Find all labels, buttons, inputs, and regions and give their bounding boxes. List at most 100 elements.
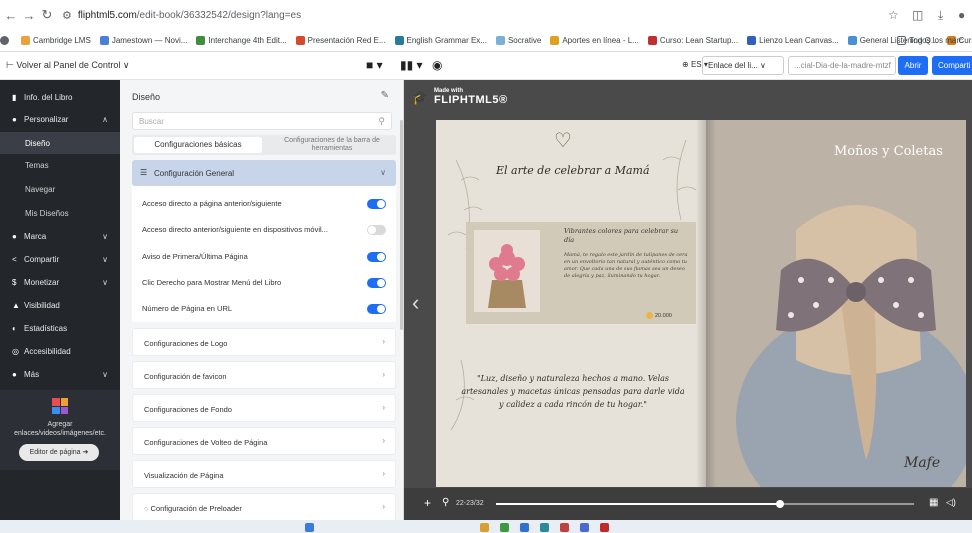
bookmark-item[interactable]: Interchange 4th Edit... xyxy=(196,35,287,45)
sidebar-label: Compartir xyxy=(24,254,60,264)
bookmark-item[interactable]: Socrative xyxy=(495,35,542,45)
brand-label: FLIPHTML5® xyxy=(434,94,508,106)
book-icon: ▮ xyxy=(12,92,17,102)
forward-arrow-icon[interactable]: → xyxy=(22,8,36,23)
toggle-switch[interactable] xyxy=(367,252,386,262)
bookmark-item[interactable]: Aportes en línea - L... xyxy=(550,35,639,45)
sidebar-item-customize[interactable]: ● Personalizar ∧ xyxy=(0,108,120,130)
sidebar-item-more[interactable]: ● Más ∨ xyxy=(0,363,120,385)
toggle-switch[interactable] xyxy=(367,225,386,235)
zoom-icon[interactable]: ⚲ xyxy=(442,497,449,508)
book-right-page[interactable] xyxy=(706,120,966,487)
toggle-row: Número de Página en URL xyxy=(142,301,386,317)
toggle-label: Acceso directo anterior/siguiente en dis… xyxy=(142,225,328,234)
taskbar-app-icon[interactable] xyxy=(540,523,549,532)
sidebar-subitem-my-designs[interactable]: Mis Diseños xyxy=(0,202,120,224)
star-icon[interactable]: ☆ xyxy=(888,8,899,22)
sidebar-item-share[interactable]: < Compartir ∨ xyxy=(0,248,120,270)
brush-icon[interactable]: ✎ xyxy=(381,90,389,101)
download-icon[interactable]: ⤓ xyxy=(938,8,943,23)
tab-basic-settings[interactable]: Configuraciones básicas xyxy=(134,137,262,153)
chat-icon[interactable]: ■ ▾ xyxy=(366,58,383,72)
back-to-dashboard-link[interactable]: ⊢ Volver al Panel de Control ∨ xyxy=(6,60,130,71)
bookmark-item[interactable]: Jamestown — Novi... xyxy=(99,35,187,45)
bookmark-favicon-icon xyxy=(747,35,757,45)
bookmark-label: Presentación Red E... xyxy=(307,35,386,45)
search-input[interactable]: Buscar ⚲ xyxy=(132,112,392,130)
sidebar-item-book-info[interactable]: ▮ Info. del Libro xyxy=(0,86,120,108)
bookmark-item[interactable]: Lienzo Lean Canvas... xyxy=(747,35,839,45)
bookmark-item[interactable]: Curso: Lean Startup... xyxy=(647,35,738,45)
sidebar-item-brand[interactable]: ● Marca ∨ xyxy=(0,225,120,247)
language-label: ES xyxy=(690,60,702,69)
sidebar-subitem-themes[interactable]: Temas xyxy=(0,154,120,176)
sidebar-item-visibility[interactable]: ▲ Visibilidad xyxy=(0,294,120,316)
apps-icon[interactable] xyxy=(0,35,12,45)
toggle-switch[interactable] xyxy=(367,199,386,209)
toggle-switch[interactable] xyxy=(367,278,386,288)
page-slider-thumb[interactable] xyxy=(776,500,785,508)
page-slider[interactable] xyxy=(496,500,914,508)
add-media-line2: enlaces/videos/imágenes/etc. xyxy=(14,430,106,437)
bookmark-item[interactable]: Presentación Red E... xyxy=(295,35,386,45)
taskbar-app-icon[interactable] xyxy=(560,523,569,532)
signature: Mafe xyxy=(904,455,941,471)
tab-toolbar-settings[interactable]: Configuraciones de la barra de herramien… xyxy=(268,135,396,155)
taskbar-app-icon[interactable] xyxy=(520,523,529,532)
windows-start-icon[interactable] xyxy=(305,523,314,532)
address-bar[interactable]: ⚙ fliphtml5.com /edit-book/36332542/desi… xyxy=(62,6,902,25)
sidebar-item-statistics[interactable]: ◐ Estadísticas xyxy=(0,317,120,339)
section-page-flip[interactable]: Configuraciones de Volteo de Página › xyxy=(132,427,396,455)
chevron-up-icon: ∧ xyxy=(102,114,108,124)
previous-page-arrow[interactable]: ‹ xyxy=(412,290,419,316)
bookmark-favicon-icon xyxy=(295,35,305,45)
bookmark-label: Socrative xyxy=(507,35,542,45)
section-background[interactable]: Configuraciones de Fondo › xyxy=(132,394,396,422)
reload-icon[interactable]: ↻ xyxy=(40,7,54,23)
bookmark-item[interactable]: Cambridge LMS xyxy=(21,35,91,45)
layout-icon[interactable]: ▮▮ ▾ xyxy=(400,58,423,72)
section-page-view[interactable]: Visualización de Página › xyxy=(132,460,396,488)
plus-icon[interactable]: + xyxy=(424,496,431,510)
page-indicator: 22-23/32 xyxy=(456,500,484,507)
back-label: Volver al Panel de Control xyxy=(16,60,121,70)
panel-scrollbar[interactable] xyxy=(400,120,403,330)
open-button[interactable]: Abrir xyxy=(898,56,928,75)
taskbar-app-icon[interactable] xyxy=(580,523,589,532)
sidebar-item-monetize[interactable]: $ Monetizar ∨ xyxy=(0,271,120,293)
back-arrow-icon[interactable]: ← xyxy=(4,8,18,23)
section-favicon[interactable]: Configuración de favicon › xyxy=(132,361,396,389)
sidebar-item-accessibility[interactable]: ◎ Accesibilidad xyxy=(0,340,120,362)
all-bookmarks[interactable]: Todos los marc xyxy=(897,35,963,45)
right-page-title: Moños y Coletas xyxy=(834,144,943,159)
toggle-switch[interactable] xyxy=(367,304,386,314)
page-editor-button[interactable]: Editor de página ➜ xyxy=(19,444,99,461)
chevron-down-icon: ∨ xyxy=(102,369,108,379)
extensions-icon[interactable]: ◫ xyxy=(912,8,923,22)
share-button[interactable]: Comparti xyxy=(932,56,972,75)
site-info-icon[interactable]: ⚙ xyxy=(62,9,72,22)
taskbar-app-icon[interactable] xyxy=(600,523,609,532)
chevron-down-icon: ∨ xyxy=(380,168,386,177)
preview-icon[interactable]: ◉ xyxy=(432,58,442,72)
section-preloader[interactable]: ◌ Configuración de Preloader › xyxy=(132,493,396,521)
price-value: 20.000 xyxy=(655,312,672,319)
flipbook-preview: 🎓 Made with FLIPHTML5® ♡ El arte de cele… xyxy=(404,80,972,520)
section-label: Configuraciones de Volteo de Página xyxy=(144,438,268,447)
profile-icon[interactable]: ● xyxy=(958,8,965,22)
book-link-field[interactable]: ...cial-Dia-de-la-madre-mtzf xyxy=(788,56,896,75)
bookmark-label: Cambridge LMS xyxy=(33,35,91,45)
page-title: El arte de celebrar a Mamá xyxy=(496,164,650,177)
share-type-select[interactable]: Enlace del li... ∨ xyxy=(702,56,784,75)
section-logo[interactable]: Configuraciones de Logo › xyxy=(132,328,396,356)
thumbnails-icon[interactable]: ▦ xyxy=(929,497,938,508)
bookmark-item[interactable]: English Grammar Ex... xyxy=(394,35,487,45)
taskbar-app-icon[interactable] xyxy=(500,523,509,532)
sidebar-subitem-design[interactable]: Diseño xyxy=(0,132,120,154)
chevron-right-icon: › xyxy=(382,337,385,346)
accessibility-icon: ◎ xyxy=(12,346,19,356)
general-settings-header[interactable]: ☰ Configuración General ∨ xyxy=(132,160,396,186)
taskbar-app-icon[interactable] xyxy=(480,523,489,532)
sidebar-subitem-navigate[interactable]: Navegar xyxy=(0,178,120,200)
sound-icon[interactable]: ◁) xyxy=(946,497,956,508)
